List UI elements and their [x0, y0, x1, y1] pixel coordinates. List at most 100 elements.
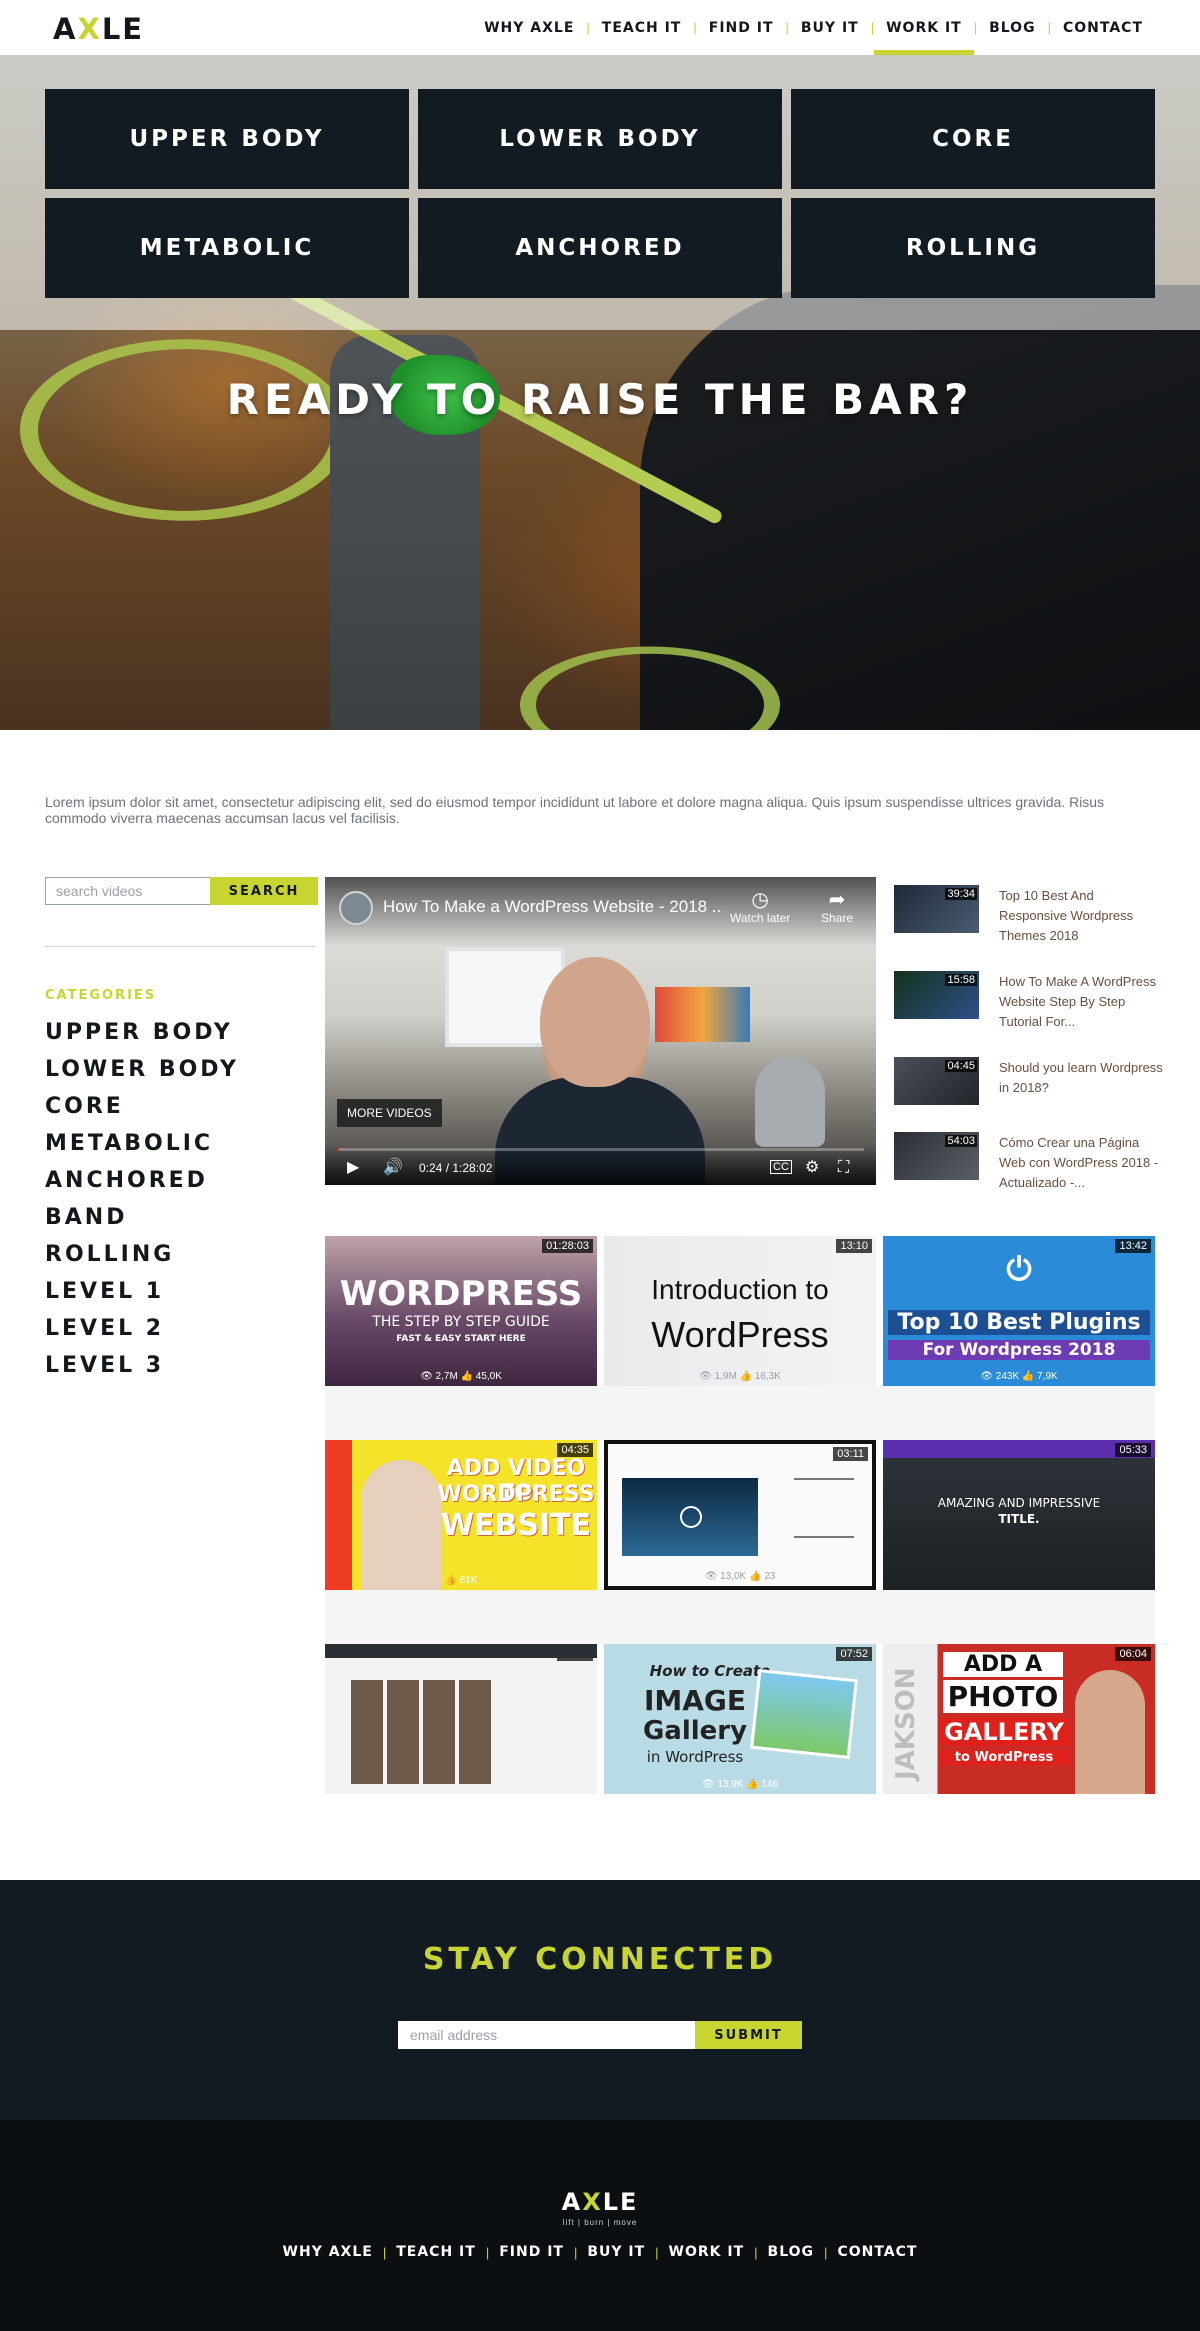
tile-metabolic[interactable]: METABOLIC: [45, 198, 409, 298]
video-thumbnail[interactable]: 13:42 ⏻ Top 10 Best Plugins For Wordpres…: [883, 1236, 1155, 1386]
player-progress-bar[interactable]: [337, 1148, 864, 1151]
playlist-title: Cómo Crear una Página Web con WordPress …: [999, 1135, 1159, 1190]
footer-nav-blog[interactable]: BLOG: [758, 2244, 825, 2260]
play-icon[interactable]: ▶: [347, 1157, 359, 1177]
thumbnail-duration: 04:35: [557, 1443, 593, 1457]
search-input[interactable]: [45, 877, 210, 905]
share-button[interactable]: ➦ Share: [821, 889, 853, 925]
video-thumbnail[interactable]: 08:19: [325, 1644, 597, 1794]
thumbnail-stats: 👁 243K 👍 7,9K: [980, 1371, 1058, 1382]
nav-buy-it[interactable]: BUY IT: [789, 0, 871, 55]
more-videos-button[interactable]: MORE VIDEOS: [337, 1099, 442, 1127]
category-level-3[interactable]: LEVEL 3: [45, 1347, 239, 1384]
categories-heading: CATEGORIES: [45, 988, 157, 1003]
site-footer: AXLE lift | burn | move WHY AXLE | TEACH …: [0, 2120, 1200, 2331]
fullscreen-icon[interactable]: ⛶: [838, 1159, 849, 1177]
category-level-2[interactable]: LEVEL 2: [45, 1310, 239, 1347]
player-controls: [325, 1145, 876, 1185]
nav-find-it[interactable]: FIND IT: [697, 0, 786, 55]
tile-anchored[interactable]: ANCHORED: [418, 198, 782, 298]
thumbnail-gallery: [351, 1680, 491, 1784]
category-core[interactable]: CORE: [45, 1088, 239, 1125]
nav-work-it[interactable]: WORK IT: [874, 0, 974, 55]
playlist-thumbnail: 15:58: [894, 971, 979, 1019]
video-thumbnail[interactable]: 06:04 JAKSON ADD A PHOTO GALLERY to Word…: [883, 1644, 1155, 1794]
thumbnail-text: WEBSITE: [440, 1508, 592, 1543]
playlist-item[interactable]: 15:58 How To Make A WordPress Website St…: [894, 963, 1164, 1033]
playlist-item[interactable]: 54:03 Cómo Crear una Página Web con Word…: [894, 1124, 1164, 1194]
tile-lower-body[interactable]: LOWER BODY: [418, 89, 782, 189]
search-button[interactable]: SEARCH: [210, 877, 318, 905]
category-anchored[interactable]: ANCHORED: [45, 1162, 239, 1199]
newsletter-title: STAY CONNECTED: [422, 1942, 778, 1977]
footer-nav-find-it[interactable]: FIND IT: [489, 2244, 574, 2260]
thumbnail-stats: 👁 13,9K 👍 146: [701, 1779, 779, 1790]
tile-core[interactable]: CORE: [791, 89, 1155, 189]
captions-icon[interactable]: CC: [770, 1160, 792, 1174]
hero-banner: UPPER BODY LOWER BODY CORE METABOLIC ANC…: [0, 55, 1200, 730]
footer-nav-work-it[interactable]: WORK IT: [659, 2244, 755, 2260]
thumbnail-text: THE STEP BY STEP GUIDE: [372, 1314, 550, 1330]
footer-nav-buy-it[interactable]: BUY IT: [577, 2244, 655, 2260]
video-thumbnail[interactable]: 13:10 Introduction to WordPress 👁 1,9M 👍…: [604, 1236, 876, 1386]
thumbnail-text: GALLERY: [939, 1718, 1069, 1746]
playlist-thumbnail: 54:03: [894, 1132, 979, 1180]
play-icon: [680, 1506, 702, 1528]
thumbnail-duration: 04:45: [945, 1060, 977, 1072]
thumbnail-text: WordPress: [651, 1314, 829, 1355]
footer-nav-contact[interactable]: CONTACT: [827, 2244, 927, 2260]
category-rolling[interactable]: ROLLING: [45, 1236, 239, 1273]
video-player[interactable]: How To Make a WordPress Website - 2018 .…: [325, 877, 876, 1185]
channel-avatar[interactable]: [339, 891, 373, 925]
video-grid: 01:28:03 WORDPRESS THE STEP BY STEP GUID…: [325, 1236, 1155, 1794]
video-thumbnail[interactable]: 04:35 ADD VIDEO TO WORDPRESS WEBSITE 👍 6…: [325, 1440, 597, 1590]
thumbnail-stats: 👁 1,9M 👍 16,3K: [699, 1371, 781, 1382]
category-upper-body[interactable]: UPPER BODY: [45, 1014, 239, 1051]
category-tiles: UPPER BODY LOWER BODY CORE METABOLIC ANC…: [45, 89, 1155, 298]
category-list: UPPER BODY LOWER BODY CORE METABOLIC ANC…: [45, 1014, 239, 1384]
player-video-title[interactable]: How To Make a WordPress Website - 2018 .…: [383, 897, 723, 917]
thumbnail-duration: 01:28:03: [542, 1239, 593, 1253]
playlist-title: Should you learn Wordpress in 2018?: [999, 1060, 1163, 1095]
volume-icon[interactable]: 🔊: [383, 1157, 403, 1177]
watch-later-label: Watch later: [730, 911, 791, 925]
tile-upper-body[interactable]: UPPER BODY: [45, 89, 409, 189]
footer-nav-teach-it[interactable]: TEACH IT: [386, 2244, 486, 2260]
nav-contact[interactable]: CONTACT: [1051, 0, 1155, 55]
thumbnail-text: WORDPRESS: [339, 1274, 583, 1314]
footer-nav-why-axle[interactable]: WHY AXLE: [273, 2244, 383, 2260]
thumbnail-text: For Wordpress 2018: [888, 1340, 1150, 1360]
thumbnail-presenter: [361, 1460, 441, 1590]
nav-blog[interactable]: BLOG: [977, 0, 1048, 55]
category-level-1[interactable]: LEVEL 1: [45, 1273, 239, 1310]
playlist-item[interactable]: 39:34 Top 10 Best And Responsive Wordpre…: [894, 877, 1164, 947]
footer-logo[interactable]: AXLE: [0, 2188, 1200, 2216]
email-field[interactable]: [398, 2021, 695, 2049]
playlist-item[interactable]: 04:45 Should you learn Wordpress in 2018…: [894, 1049, 1164, 1119]
share-label: Share: [821, 911, 854, 925]
category-lower-body[interactable]: LOWER BODY: [45, 1051, 239, 1088]
playlist-thumbnail: 04:45: [894, 1057, 979, 1105]
thumbnail-duration: 39:34: [945, 888, 977, 900]
playlist-thumbnail: 39:34: [894, 885, 979, 933]
video-thumbnail[interactable]: 03:11 👁 13,0K 👍 23: [604, 1440, 876, 1590]
video-thumbnail[interactable]: 07:52 How to Create IMAGE Gallery in Wor…: [604, 1644, 876, 1794]
video-thumbnail[interactable]: 01:28:03 WORDPRESS THE STEP BY STEP GUID…: [325, 1236, 597, 1386]
video-frame-chair: [755, 1057, 825, 1147]
nav-teach-it[interactable]: TEACH IT: [590, 0, 694, 55]
settings-icon[interactable]: ⚙: [805, 1157, 819, 1177]
main-nav: WHY AXLE | TEACH IT | FIND IT | BUY IT | WOR…: [472, 0, 1155, 55]
site-header: AXLE WHY AXLE | TEACH IT | FIND IT | BUY IT…: [0, 0, 1200, 55]
submit-button[interactable]: SUBMIT: [695, 2021, 802, 2049]
thumbnail-text: ADD A: [943, 1652, 1063, 1677]
axle-logo[interactable]: AXLE: [53, 12, 144, 46]
nav-why-axle[interactable]: WHY AXLE: [472, 0, 586, 55]
thumbnail-stats: 👁 13,0K 👍 23: [704, 1571, 776, 1582]
thumbnail-duration: 03:11: [833, 1447, 868, 1461]
watch-later-button[interactable]: ◷ Watch later: [730, 889, 790, 925]
tile-rolling[interactable]: ROLLING: [791, 198, 1155, 298]
thumbnail-duration: 07:52: [836, 1647, 872, 1661]
category-metabolic[interactable]: METABOLIC: [45, 1125, 239, 1162]
category-band[interactable]: BAND: [45, 1199, 239, 1236]
video-thumbnail[interactable]: 05:33 AMAZING AND IMPRESSIVE TITLE.: [883, 1440, 1155, 1590]
